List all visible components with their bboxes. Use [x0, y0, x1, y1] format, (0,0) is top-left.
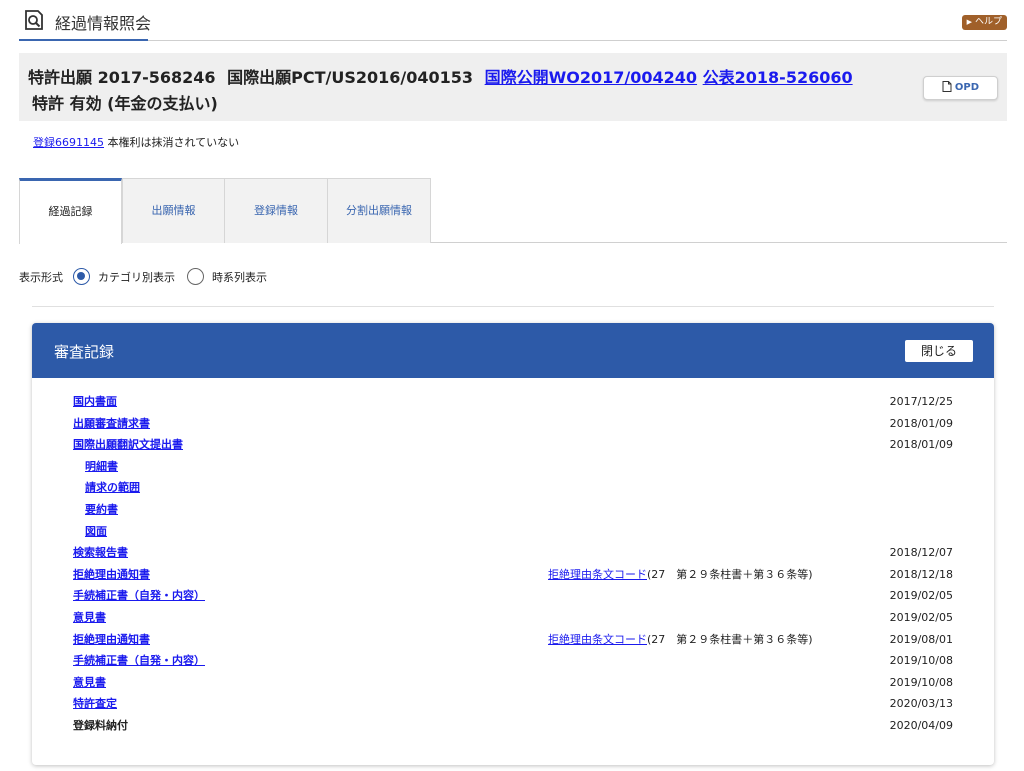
record-date: 2018/01/09: [889, 438, 953, 452]
record-row: 検索報告書 2018/12/07: [73, 542, 953, 563]
tab-registration-info[interactable]: 登録情報: [224, 178, 328, 243]
rejection-reason: 拒絶理由条文コード(27 第２９条柱書＋第３６条等): [548, 564, 813, 585]
record-row: 国際出願翻訳文提出書 2018/01/09: [73, 434, 953, 455]
rejection-reason: 拒絶理由条文コード(27 第２９条柱書＋第３６条等): [548, 629, 813, 650]
opd-button[interactable]: OPD: [923, 76, 998, 100]
case-status: 特許 有効 (年金の支払い): [32, 94, 218, 113]
record-row: 手続補正書（自発・内容） 2019/10/08: [73, 650, 953, 671]
record-document-link[interactable]: 手続補正書（自発・内容）: [73, 650, 205, 671]
record-document-link[interactable]: 要約書: [85, 499, 118, 520]
record-document-link[interactable]: 図面: [85, 521, 107, 542]
case-numbers: 特許出願 2017-568246 国際出願PCT/US2016/040153 国…: [28, 64, 853, 88]
tab-divisional-info[interactable]: 分割出願情報: [327, 178, 431, 243]
record-row: 明細書: [73, 456, 953, 477]
record-document-link[interactable]: 意見書: [73, 672, 106, 693]
record-document-link[interactable]: 出願審査請求書: [73, 413, 150, 434]
header-title-area: 経過情報照会: [19, 0, 152, 41]
record-row: 意見書 2019/10/08: [73, 672, 953, 693]
record-date: 2020/03/13: [889, 697, 953, 711]
record-date: 2018/01/09: [889, 416, 953, 430]
record-date: 2019/08/01: [889, 632, 953, 646]
record-row: 特許査定 2020/03/13: [73, 693, 953, 714]
tab-bar: 経過記録 出願情報 登録情報 分割出願情報: [19, 178, 1007, 244]
record-date: 2019/02/05: [889, 611, 953, 624]
record-document-link[interactable]: 国内書面: [73, 391, 117, 412]
record-row: 手続補正書（自発・内容） 2019/02/05: [73, 585, 953, 606]
tab-application-info[interactable]: 出願情報: [122, 178, 225, 243]
play-icon: ▶: [966, 18, 972, 26]
tab-progress-record[interactable]: 経過記録: [19, 178, 122, 244]
rejection-code-text: (27 第２９条柱書＋第３６条等): [647, 632, 813, 646]
record-document-link[interactable]: 特許査定: [73, 693, 117, 714]
registration-note: 本権利は抹消されていない: [107, 136, 240, 149]
record-document-link[interactable]: 請求の範囲: [85, 477, 140, 498]
record-document-link[interactable]: 手続補正書（自発・内容）: [73, 585, 205, 606]
intl-application-number: 国際出願PCT/US2016/040153: [227, 68, 474, 87]
registration-line: 登録6691145 本権利は抹消されていない: [33, 134, 239, 150]
radio-timeline-label: 時系列表示: [212, 270, 267, 284]
record-date: 2018/12/07: [889, 546, 953, 560]
radio-category-view[interactable]: [72, 268, 90, 285]
opd-label: OPD: [954, 82, 980, 93]
record-date: 2019/10/08: [889, 654, 953, 668]
record-date: 2017/12/25: [889, 395, 953, 408]
record-document-text: 登録料納付: [73, 719, 128, 732]
radio-category-label: カテゴリ別表示: [98, 270, 175, 284]
help-label: ヘルプ: [974, 17, 1002, 27]
record-row: 登録料納付 2020/04/09: [73, 715, 953, 736]
close-button[interactable]: 閉じる: [905, 340, 973, 362]
record-document-link[interactable]: 拒絶理由通知書: [73, 629, 150, 650]
page-title: 経過情報照会: [55, 14, 152, 33]
record-row: 拒絶理由通知書 拒絶理由条文コード(27 第２９条柱書＋第３６条等) 2018/12…: [73, 564, 953, 585]
record-document-link[interactable]: 明細書: [85, 456, 118, 477]
record-date: 2019/10/08: [889, 675, 953, 689]
record-row: 出願審査請求書 2018/01/09: [73, 413, 953, 434]
record-date: 2018/12/18: [889, 567, 953, 581]
record-row: 国内書面 2017/12/25: [73, 391, 953, 412]
registration-link[interactable]: 登録6691145: [33, 136, 104, 149]
page-header: 経過情報照会 ▶ ヘルプ: [19, 0, 1007, 41]
intl-publication-link[interactable]: 国際公開WO2017/004240: [485, 68, 697, 87]
record-row: 拒絶理由通知書 拒絶理由条文コード(27 第２９条柱書＋第３６条等) 2019/08…: [73, 629, 953, 650]
record-date: 2020/04/09: [889, 719, 953, 732]
radio-timeline-view[interactable]: [186, 268, 204, 285]
record-row: 図面: [73, 521, 953, 542]
panel-header: 審査記録 閉じる: [32, 323, 994, 378]
divider: [32, 306, 994, 307]
record-document-link[interactable]: 意見書: [73, 607, 106, 628]
document-icon: [942, 81, 952, 92]
help-button[interactable]: ▶ ヘルプ: [961, 15, 1007, 30]
search-document-icon: [25, 10, 43, 30]
examination-record-panel: 審査記録 閉じる 国内書面 2017/12/25 出願審査請求書 2018/01/09…: [32, 323, 994, 765]
rejection-code-link[interactable]: 拒絶理由条文コード: [548, 633, 647, 646]
record-row: 要約書: [73, 499, 953, 520]
record-row: 意見書 2019/02/05: [73, 607, 953, 628]
case-summary: 特許出願 2017-568246 国際出願PCT/US2016/040153 国…: [19, 53, 1007, 121]
record-row: 請求の範囲: [73, 477, 953, 498]
publication-link[interactable]: 公表2018-526060: [703, 68, 853, 87]
display-format: 表示形式 カテゴリ別表示 時系列表示: [19, 268, 267, 288]
panel-title: 審査記録: [54, 343, 115, 361]
record-document-link[interactable]: 検索報告書: [73, 542, 128, 563]
application-number: 特許出願 2017-568246: [28, 68, 216, 87]
record-document-link[interactable]: 国際出願翻訳文提出書: [73, 434, 183, 455]
rejection-code-text: (27 第２９条柱書＋第３６条等): [647, 567, 813, 581]
rejection-code-link[interactable]: 拒絶理由条文コード: [548, 568, 647, 581]
record-document-link[interactable]: 拒絶理由通知書: [73, 564, 150, 585]
display-format-label: 表示形式: [19, 270, 63, 284]
record-date: 2019/02/05: [889, 589, 953, 603]
